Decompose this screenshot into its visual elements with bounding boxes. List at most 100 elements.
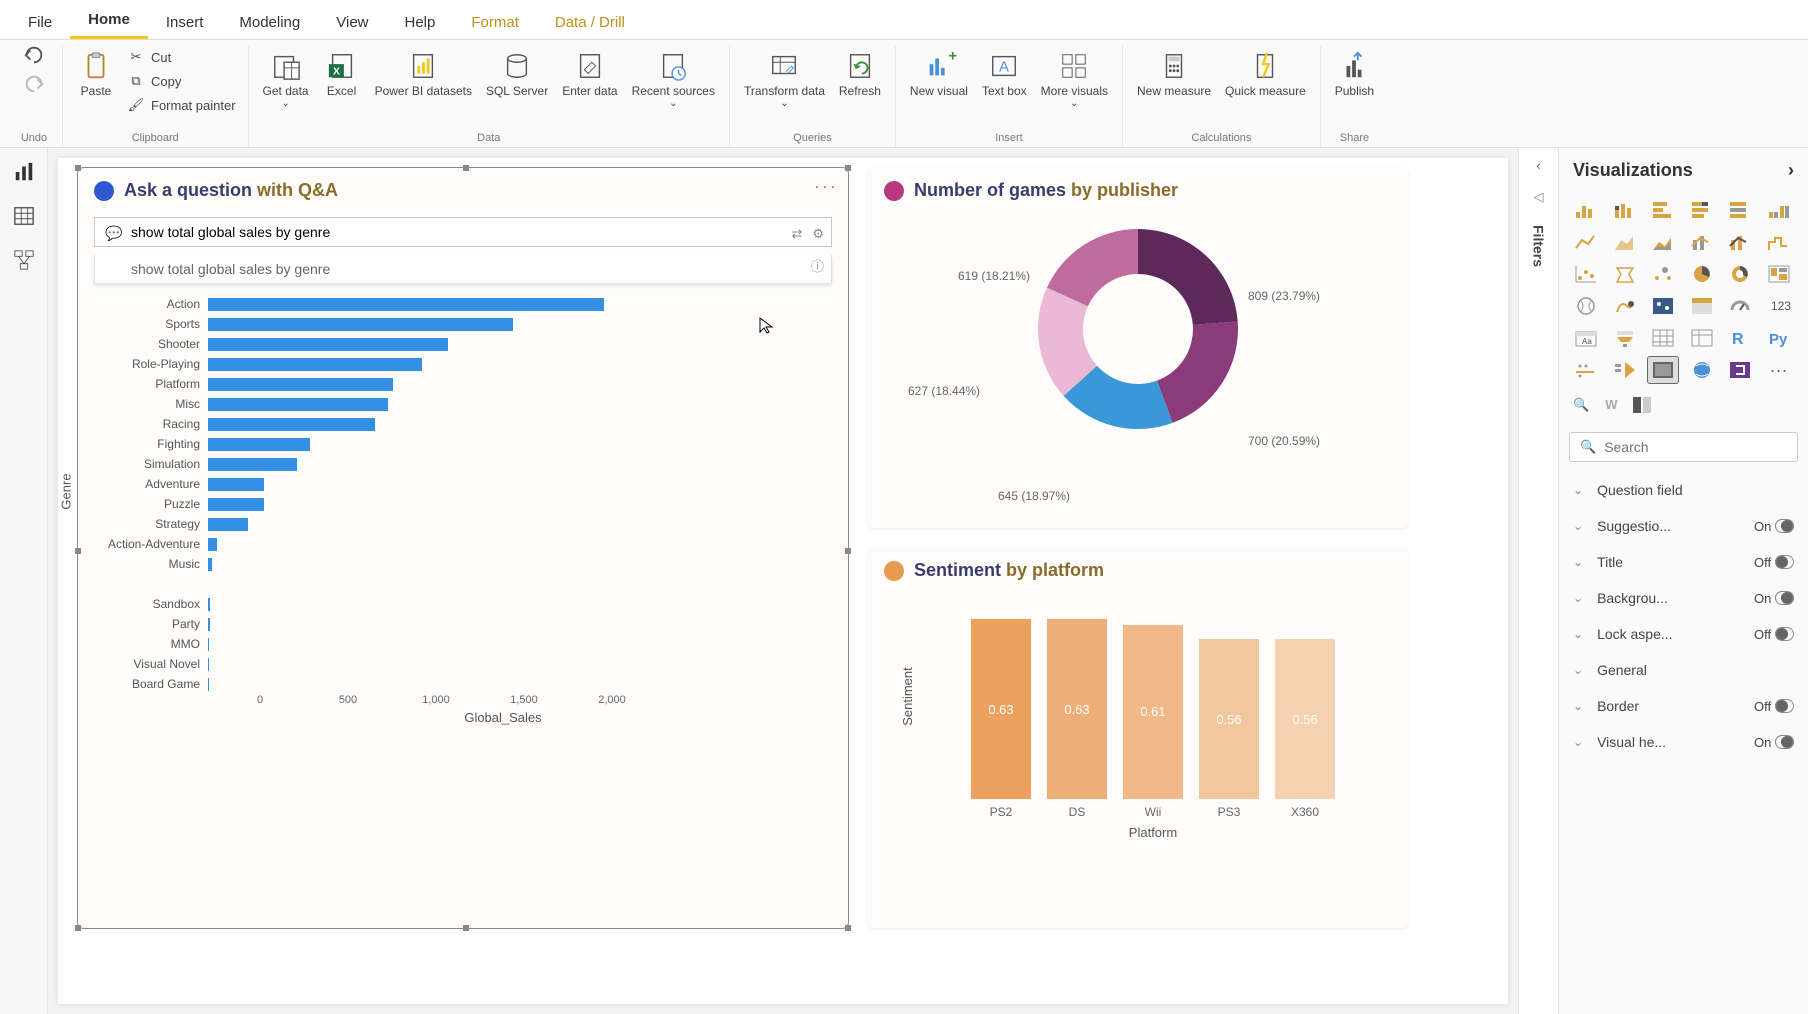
toggle-switch[interactable]: Off — [1754, 627, 1794, 642]
viz-type-button[interactable] — [1764, 229, 1794, 255]
viz-type-button[interactable] — [1687, 325, 1717, 351]
viz-type-button[interactable] — [1648, 261, 1678, 287]
viz-type-button[interactable] — [1725, 261, 1755, 287]
format-tab-icon[interactable]: W — [1605, 397, 1617, 416]
viz-type-button[interactable] — [1571, 229, 1601, 255]
report-view-button[interactable] — [12, 160, 36, 184]
genre-bar[interactable] — [208, 498, 264, 511]
menu-home[interactable]: Home — [70, 3, 148, 39]
viz-type-button[interactable] — [1610, 197, 1640, 223]
enter-data-button[interactable]: Enter data — [556, 46, 623, 113]
genre-bar[interactable] — [208, 338, 448, 351]
menu-data-drill[interactable]: Data / Drill — [537, 6, 643, 39]
fields-tab-icon[interactable]: 🔍 — [1573, 397, 1589, 416]
viz-type-button[interactable] — [1764, 261, 1794, 287]
genre-bar[interactable] — [208, 378, 393, 391]
format-painter-button[interactable]: 🖌Format painter — [123, 94, 240, 116]
get-data-button[interactable]: Get data⌄ — [257, 46, 315, 113]
genre-bar[interactable] — [208, 558, 212, 571]
viz-type-button[interactable] — [1725, 229, 1755, 255]
viz-type-button[interactable] — [1687, 293, 1717, 319]
gear-icon[interactable]: ⚙ — [812, 226, 824, 242]
qna-suggestion[interactable]: show total global sales by genre — [94, 255, 832, 284]
toggle-switch[interactable]: On — [1754, 735, 1794, 750]
new-visual-button[interactable]: +New visual — [904, 46, 974, 113]
format-property-row[interactable]: ⌄General — [1559, 652, 1808, 688]
menu-modeling[interactable]: Modeling — [221, 6, 318, 39]
menu-format[interactable]: Format — [453, 6, 537, 39]
qna-convert-icon[interactable]: ⇄ — [791, 226, 802, 242]
genre-bar[interactable] — [208, 438, 310, 451]
toggle-switch[interactable]: On — [1754, 519, 1794, 534]
viz-type-button[interactable] — [1610, 261, 1640, 287]
viz-type-button[interactable] — [1648, 293, 1678, 319]
paste-button[interactable]: Paste — [71, 46, 121, 116]
genre-bar[interactable] — [208, 678, 209, 691]
analytics-tab-icon[interactable] — [1633, 397, 1653, 416]
viz-type-button[interactable] — [1648, 357, 1678, 383]
qna-visual[interactable]: Ask a question with Q&A ··· 💬 ⇄ ⚙ ⓘ show… — [78, 168, 848, 928]
filters-bookmark-icon[interactable]: ◁ — [1534, 189, 1544, 205]
sentiment-bar[interactable]: 0.61 — [1123, 625, 1183, 799]
excel-button[interactable]: XExcel — [317, 46, 367, 113]
sentiment-bar[interactable]: 0.56 — [1199, 639, 1259, 799]
genre-bar[interactable] — [208, 358, 422, 371]
sentiment-bar[interactable]: 0.56 — [1275, 639, 1335, 799]
cut-button[interactable]: ✂Cut — [123, 46, 240, 68]
format-property-row[interactable]: ⌄BorderOff — [1559, 688, 1808, 724]
menu-file[interactable]: File — [10, 6, 70, 39]
format-property-row[interactable]: ⌄Suggestio...On — [1559, 508, 1808, 544]
format-property-row[interactable]: ⌄TitleOff — [1559, 544, 1808, 580]
viz-search-box[interactable]: 🔍 — [1569, 432, 1798, 462]
viz-type-button[interactable] — [1687, 357, 1717, 383]
viz-expand-button[interactable]: › — [1788, 160, 1794, 181]
viz-type-button[interactable]: ··· — [1764, 357, 1794, 383]
format-property-row[interactable]: ⌄Lock aspe...Off — [1559, 616, 1808, 652]
transform-data-button[interactable]: Transform data⌄ — [738, 46, 831, 113]
viz-type-button[interactable]: Py — [1764, 325, 1794, 351]
viz-type-button[interactable] — [1687, 197, 1717, 223]
more-visuals-button[interactable]: More visuals⌄ — [1035, 46, 1114, 113]
qna-input[interactable] — [131, 224, 795, 240]
copy-button[interactable]: ⧉Copy — [123, 70, 240, 92]
format-property-row[interactable]: ⌄Visual he...On — [1559, 724, 1808, 760]
format-property-row[interactable]: ⌄Backgrou...On — [1559, 580, 1808, 616]
genre-bar[interactable] — [208, 598, 210, 611]
viz-type-button[interactable]: Aa — [1571, 325, 1601, 351]
publish-button[interactable]: Publish — [1329, 46, 1380, 102]
genre-bar[interactable] — [208, 538, 217, 551]
viz-search-input[interactable] — [1604, 439, 1787, 455]
redo-button[interactable] — [23, 75, 45, 96]
viz-type-button[interactable] — [1571, 293, 1601, 319]
format-property-row[interactable]: ⌄Question field — [1559, 472, 1808, 508]
toggle-switch[interactable]: Off — [1754, 699, 1794, 714]
viz-type-button[interactable] — [1648, 197, 1678, 223]
refresh-button[interactable]: Refresh — [833, 46, 887, 113]
viz-type-button[interactable] — [1648, 229, 1678, 255]
genre-bar[interactable] — [208, 458, 297, 471]
menu-help[interactable]: Help — [387, 6, 454, 39]
sentiment-bar[interactable]: 0.63 — [971, 619, 1031, 799]
publisher-donut-visual[interactable]: Number of games by publisher 809 (23.79%… — [868, 168, 1408, 528]
viz-type-button[interactable] — [1764, 197, 1794, 223]
data-view-button[interactable] — [12, 204, 36, 228]
genre-bar[interactable] — [208, 298, 604, 311]
model-view-button[interactable] — [12, 248, 36, 272]
new-measure-button[interactable]: New measure — [1131, 46, 1217, 102]
viz-type-button[interactable] — [1725, 293, 1755, 319]
filters-expand-button[interactable]: ‹ — [1536, 158, 1540, 173]
menu-view[interactable]: View — [318, 6, 386, 39]
genre-bar[interactable] — [208, 398, 388, 411]
genre-bar[interactable] — [208, 318, 513, 331]
info-icon[interactable]: ⓘ — [811, 259, 824, 274]
genre-bar[interactable] — [208, 618, 210, 631]
pbi-datasets-button[interactable]: Power BI datasets — [369, 46, 478, 113]
undo-button[interactable] — [23, 46, 45, 67]
genre-bar[interactable] — [208, 478, 264, 491]
viz-type-button[interactable] — [1571, 261, 1601, 287]
quick-measure-button[interactable]: Quick measure — [1219, 46, 1312, 102]
sentiment-bar[interactable]: 0.63 — [1047, 619, 1107, 799]
viz-type-button[interactable] — [1571, 197, 1601, 223]
viz-type-button[interactable] — [1571, 357, 1601, 383]
viz-type-button[interactable] — [1725, 197, 1755, 223]
